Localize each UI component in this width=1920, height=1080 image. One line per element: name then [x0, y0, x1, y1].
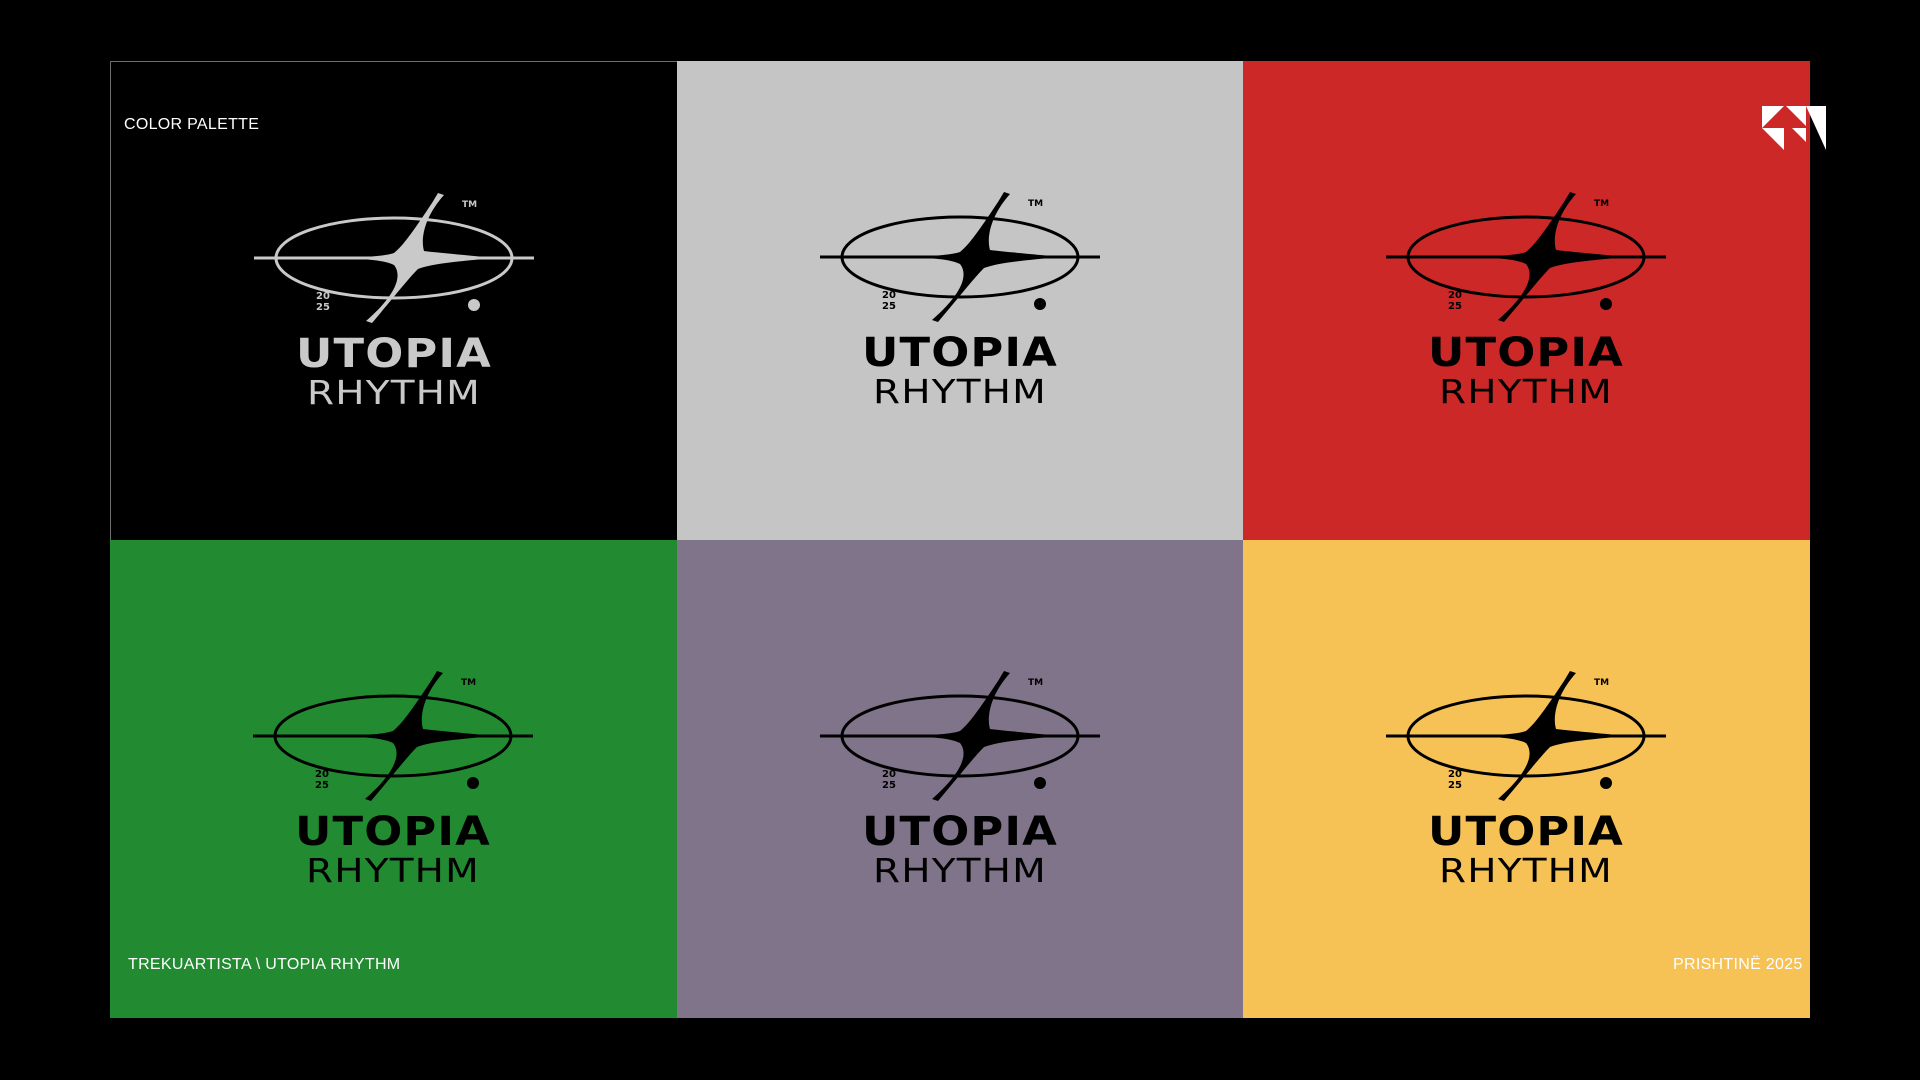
- logo-wordmark-rhythm: RHYTHM: [1439, 850, 1614, 890]
- year-mark: 25: [315, 780, 329, 791]
- swatch-panel: 20 25 TM UTOPIA RHYTHM: [676, 61, 1244, 540]
- utopia-rhythm-emblem-icon: 20 25 TM: [254, 193, 534, 323]
- utopia-rhythm-logo: 20 25 TM UTOPIA RHYTHM: [1386, 192, 1667, 412]
- logo-wordmark-utopia: UTOPIA: [1428, 808, 1625, 855]
- utopia-rhythm-logo: 20 25 TM UTOPIA RHYTHM: [819, 670, 1100, 891]
- swatch-panel: 20 25 TM UTOPIA RHYTHM: [110, 539, 677, 1018]
- color-palette-board: 20 25 TM UTOPIA RHYTHM 20 25 TM UTOPIA R…: [110, 61, 1811, 1018]
- logo-wordmark-rhythm: RHYTHM: [872, 850, 1047, 890]
- year-mark: 25: [882, 780, 896, 791]
- trademark-symbol: TM: [461, 678, 476, 688]
- logo-wordmark-utopia: UTOPIA: [296, 331, 492, 377]
- swatch-panel: 20 25 TM UTOPIA RHYTHM: [676, 539, 1244, 1018]
- logo-wordmark-utopia: UTOPIA: [861, 330, 1058, 376]
- footer-credit: TREKUARTISTA \ UTOPIA RHYTHM: [128, 956, 401, 973]
- year-mark: 25: [316, 302, 330, 313]
- year-mark: 20: [882, 290, 896, 301]
- year-mark: 20: [882, 769, 896, 780]
- utopia-rhythm-emblem-icon: 20 25 TM: [819, 192, 1100, 322]
- logo-wordmark-rhythm: RHYTHM: [307, 373, 481, 412]
- utopia-rhythm-logo: 20 25 TM UTOPIA RHYTHM: [1386, 670, 1667, 891]
- logo-wordmark-rhythm: RHYTHM: [306, 850, 480, 890]
- footer-location-year: PRISHTINË 2025: [1673, 956, 1803, 973]
- utopia-rhythm-logo: 20 25 TM UTOPIA RHYTHM: [254, 193, 534, 413]
- trademark-symbol: TM: [1028, 199, 1043, 209]
- logo-wordmark-utopia: UTOPIA: [295, 808, 491, 855]
- utopia-rhythm-emblem-icon: 20 25 TM: [1386, 192, 1667, 322]
- utopia-rhythm-emblem-icon: 20 25 TM: [1386, 670, 1667, 801]
- logo-wordmark-rhythm: RHYTHM: [1439, 372, 1614, 411]
- slide-title: COLOR PALETTE: [124, 116, 260, 133]
- utopia-rhythm-logo: 20 25 TM UTOPIA RHYTHM: [253, 670, 533, 891]
- utopia-rhythm-logo: 20 25 TM UTOPIA RHYTHM: [819, 192, 1100, 412]
- year-mark: 20: [1448, 290, 1462, 301]
- trademark-symbol: TM: [1594, 199, 1609, 209]
- year-mark: 20: [316, 291, 330, 302]
- logo-wordmark-rhythm: RHYTHM: [872, 372, 1047, 411]
- trademark-symbol: TM: [1028, 678, 1043, 688]
- logo-wordmark-utopia: UTOPIA: [861, 808, 1058, 855]
- swatch-panel: 20 25 TM UTOPIA RHYTHM: [1243, 61, 1811, 540]
- trademark-symbol: TM: [1594, 678, 1609, 688]
- utopia-rhythm-emblem-icon: 20 25 TM: [253, 670, 533, 801]
- trademark-symbol: TM: [462, 200, 477, 210]
- year-mark: 20: [1448, 769, 1462, 780]
- swatch-panel: 20 25 TM UTOPIA RHYTHM: [1243, 539, 1811, 1018]
- year-mark: 20: [315, 769, 329, 780]
- utopia-rhythm-emblem-icon: 20 25 TM: [819, 670, 1100, 801]
- year-mark: 25: [1448, 780, 1462, 791]
- trekuartista-mark-icon: [1762, 106, 1826, 150]
- year-mark: 25: [882, 301, 896, 312]
- year-mark: 25: [1448, 301, 1462, 312]
- logo-wordmark-utopia: UTOPIA: [1428, 330, 1625, 376]
